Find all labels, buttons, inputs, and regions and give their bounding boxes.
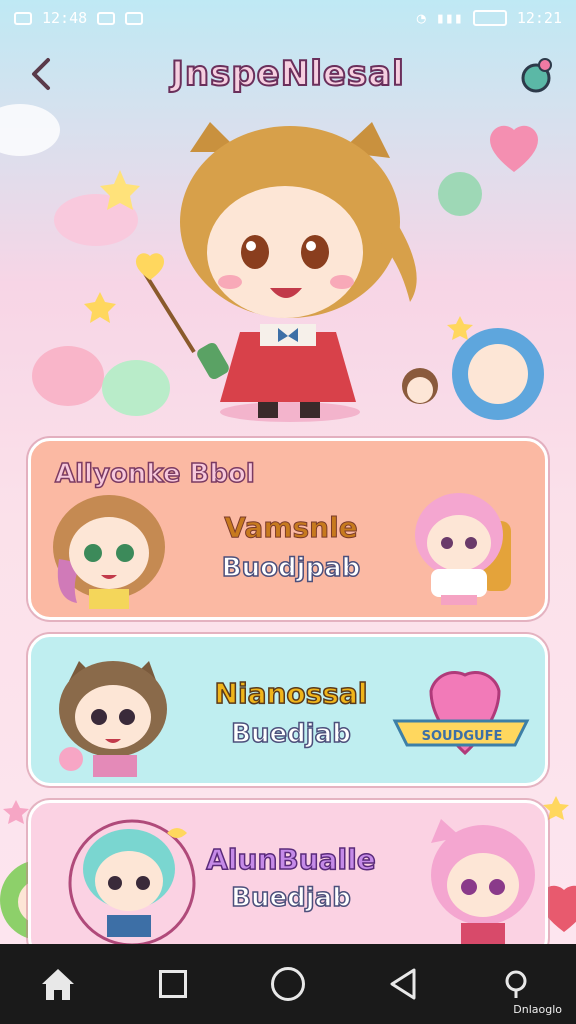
card-title: Nianossal (214, 676, 368, 711)
notification-icon (97, 11, 116, 25)
signal-icon: ▮▮▮ (435, 9, 463, 27)
back-triangle-icon[interactable] (379, 960, 427, 1008)
search-icon[interactable] (494, 960, 542, 1008)
status-time-right: 12:21 (516, 9, 562, 27)
wifi-icon: ◔ (416, 9, 426, 27)
image-icon (125, 11, 144, 25)
character-avatar (415, 493, 511, 605)
profile-icon[interactable] (516, 56, 556, 96)
nav-label: Dnlaoglo (513, 1003, 562, 1016)
card-subtitle: Buedjab (230, 718, 351, 750)
badge-label: SOUDGUFE (421, 729, 503, 744)
character-card-3[interactable]: AlunBualle Buedjab (28, 800, 548, 960)
card-title: Vamsnle (224, 511, 358, 545)
heart-badge-icon (392, 671, 530, 756)
character-card-2[interactable]: Nianossal Buedjab SOUDGUFE (28, 634, 548, 786)
card-subtitle: Buodjpab (221, 552, 361, 584)
page-title: JnspeNlesal (170, 53, 405, 95)
battery-icon (472, 10, 507, 26)
card-title: AlunBualle (206, 842, 377, 877)
character-avatar (53, 495, 165, 609)
card-subtitle: Buedjab (230, 882, 351, 914)
notification-icon (14, 11, 32, 25)
home-icon[interactable] (34, 960, 82, 1008)
system-navigation-bar: Dnlaoglo (0, 944, 576, 1024)
hero-character-illustration (135, 122, 417, 422)
recent-apps-icon[interactable] (149, 960, 197, 1008)
circle-home-icon[interactable] (264, 960, 312, 1008)
status-bar: 12:48 ◔ ▮▮▮ 12:21 (0, 0, 576, 36)
status-time-left: 12:48 (42, 9, 88, 27)
character-card-1[interactable]: Allyonke Bbol Vamsnle Buodjpab (28, 438, 548, 620)
card-heading: Allyonke Bbol (54, 458, 255, 490)
character-avatar (431, 819, 535, 949)
character-avatar (59, 661, 167, 777)
app-header: JnspeNlesal (0, 46, 576, 108)
